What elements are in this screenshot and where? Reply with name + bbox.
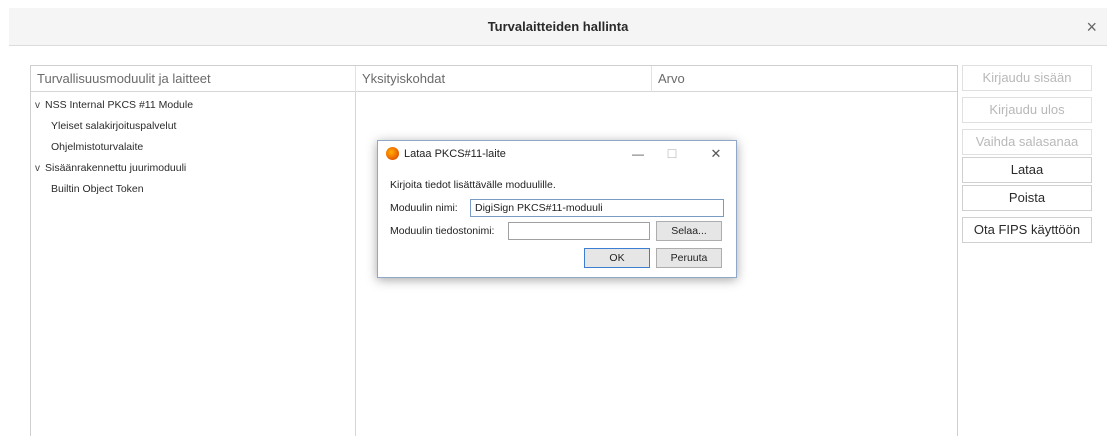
module-name-input[interactable]: [470, 199, 724, 217]
column-header-modules[interactable]: Turvallisuusmoduulit ja laitteet: [31, 66, 355, 92]
ok-button[interactable]: OK: [584, 248, 650, 268]
tree-item-label: Sisäänrakennettu juurimoduuli: [45, 162, 187, 174]
logout-button[interactable]: Kirjaudu ulos: [962, 97, 1092, 123]
enable-fips-button[interactable]: Ota FIPS käyttöön: [962, 217, 1092, 243]
column-divider: [355, 92, 356, 436]
tree-item-label: NSS Internal PKCS #11 Module: [45, 99, 194, 111]
dialog-title: Lataa PKCS#11-laite: [404, 148, 506, 160]
cancel-button[interactable]: Peruuta: [656, 248, 722, 268]
tree-item-generic-crypto[interactable]: Yleiset salakirjoituspalvelut: [31, 116, 355, 137]
load-button[interactable]: Lataa: [962, 157, 1092, 183]
dialog-message: Kirjoita tiedot lisättävälle moduulille.: [390, 179, 556, 191]
tree-item-software-device[interactable]: Ohjelmistoturvalaite: [31, 137, 355, 158]
chevron-down-icon: v: [35, 163, 40, 174]
module-filename-label: Moduulin tiedostonimi:: [390, 225, 495, 237]
column-header-value[interactable]: Arvo: [651, 66, 957, 92]
tree-item-label: Ohjelmistoturvalaite: [51, 141, 144, 153]
tree-item-builtin-roots[interactable]: v Sisäänrakennettu juurimoduuli: [31, 158, 355, 179]
remove-button[interactable]: Poista: [962, 185, 1092, 211]
browse-button[interactable]: Selaa...: [656, 221, 722, 241]
column-header-details[interactable]: Yksityiskohdat: [355, 66, 651, 92]
table-header: Turvallisuusmoduulit ja laitteet Yksityi…: [31, 66, 957, 92]
tree-item-nss-internal[interactable]: v NSS Internal PKCS #11 Module: [31, 95, 355, 116]
tree-item-builtin-token[interactable]: Builtin Object Token: [31, 179, 355, 200]
change-password-button[interactable]: Vaihda salasanaa: [962, 129, 1092, 155]
maximize-icon[interactable]: ☐: [662, 141, 682, 167]
tree-item-label: Yleiset salakirjoituspalvelut: [51, 120, 177, 132]
login-button[interactable]: Kirjaudu sisään: [962, 65, 1092, 91]
close-icon[interactable]: ×: [1086, 8, 1097, 46]
module-name-label: Moduulin nimi:: [390, 202, 458, 214]
module-tree: v NSS Internal PKCS #11 Module Yleiset sa…: [31, 95, 355, 200]
window-title: Turvalaitteiden hallinta: [487, 19, 629, 34]
dialog-close-icon[interactable]: ✕: [706, 141, 726, 167]
firefox-logo-icon: [386, 147, 399, 160]
load-device-dialog: Lataa PKCS#11-laite — ☐ ✕ Kirjoita tiedo…: [377, 140, 737, 278]
module-filename-input[interactable]: [508, 222, 650, 240]
security-devices-window: Turvalaitteiden hallinta × Turvallisuusm…: [0, 0, 1107, 436]
tree-item-label: Builtin Object Token: [51, 183, 144, 195]
title-bar: Turvalaitteiden hallinta ×: [9, 8, 1107, 46]
minimize-icon[interactable]: —: [628, 141, 648, 167]
chevron-down-icon: v: [35, 100, 40, 111]
dialog-title-bar: Lataa PKCS#11-laite — ☐ ✕: [378, 141, 736, 167]
